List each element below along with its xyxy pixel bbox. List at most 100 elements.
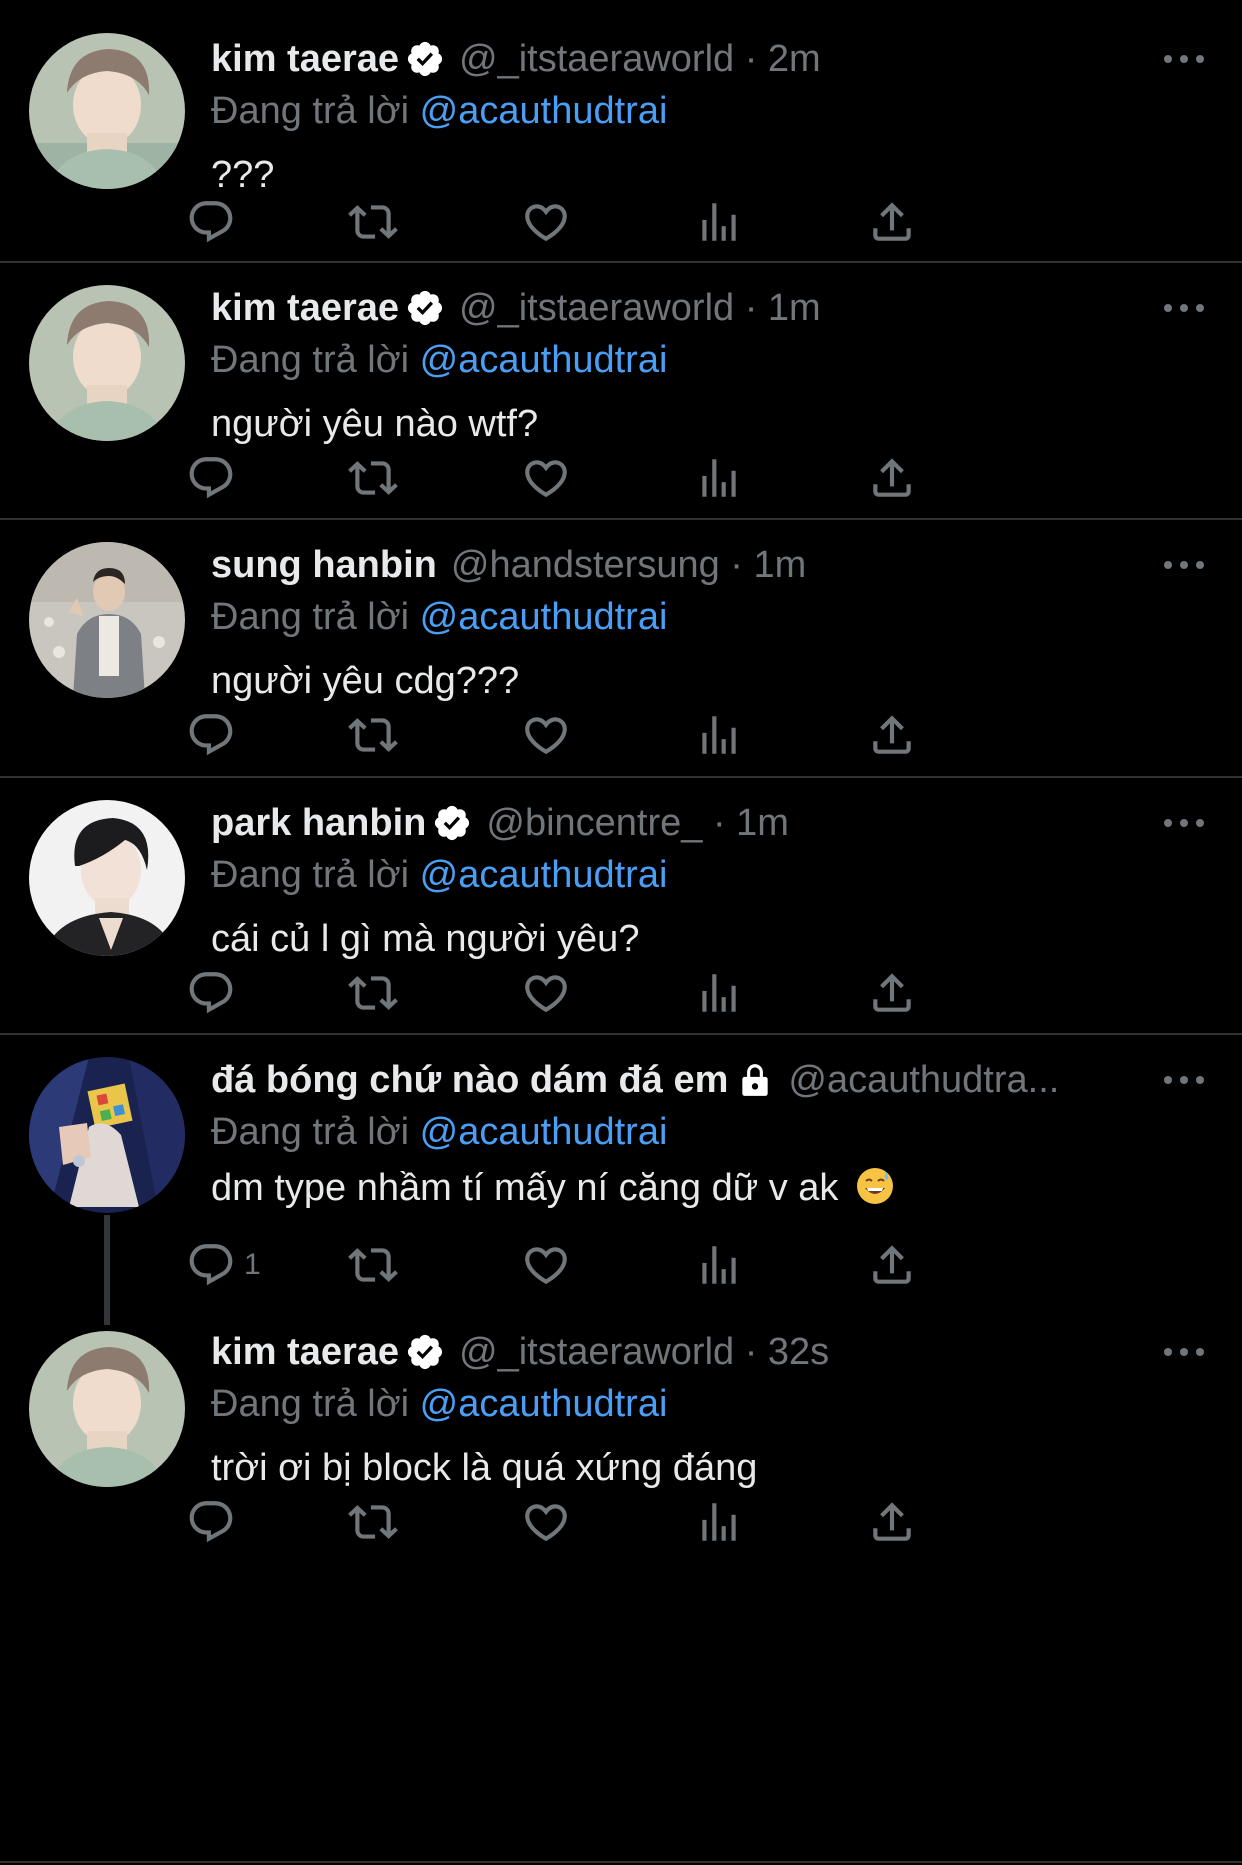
reply-button[interactable]: 1 (186, 1235, 261, 1295)
views-chart-icon (694, 197, 744, 247)
views-chart-icon (694, 710, 744, 760)
lock-icon (736, 1060, 774, 1100)
more-options-icon[interactable] (1164, 540, 1204, 590)
replying-to-handle[interactable]: @acauthudtrai (420, 90, 668, 132)
verified-badge-icon (405, 288, 445, 328)
reply-button[interactable] (186, 192, 244, 252)
tweet-actions (211, 1492, 1212, 1552)
retweet-button[interactable] (348, 1235, 398, 1295)
views-button[interactable] (694, 1235, 744, 1295)
avatar[interactable] (29, 1057, 185, 1213)
tweet[interactable]: kim taerae @_itstaeraworld · 32s Đang tr… (0, 1325, 1242, 1863)
author-name[interactable]: park hanbin (211, 798, 426, 848)
replying-to-handle[interactable]: @acauthudtrai (420, 1111, 668, 1153)
replying-to-label: Đang trả lời (211, 1111, 410, 1153)
views-chart-icon (694, 1497, 744, 1547)
tweet-actions (211, 448, 1212, 508)
replying-to-handle[interactable]: @acauthudtrai (420, 596, 668, 638)
like-button[interactable] (521, 705, 571, 765)
verified-badge-icon (432, 803, 472, 843)
avatar[interactable] (29, 1331, 185, 1487)
author-name[interactable]: kim taerae (211, 34, 399, 84)
like-button[interactable] (521, 448, 571, 508)
author-handle-time[interactable]: @bincentre_ · 1m (486, 798, 789, 848)
avatar[interactable] (29, 542, 185, 698)
like-button[interactable] (521, 192, 571, 252)
author-handle[interactable]: @acauthudtra... (788, 1055, 1059, 1105)
share-button[interactable] (867, 963, 917, 1023)
retweet-button[interactable] (348, 1492, 398, 1552)
replying-to: Đang trả lời @acauthudtrai (211, 1107, 667, 1157)
tweet-header: kim taerae @_itstaeraworld · 32s (211, 1327, 1212, 1377)
avatar[interactable] (29, 800, 185, 956)
more-options-icon[interactable] (1164, 283, 1204, 333)
tweet-header: kim taerae @_itstaeraworld · 1m (211, 283, 1212, 333)
share-button[interactable] (867, 1492, 917, 1552)
share-icon (867, 1497, 917, 1547)
views-button[interactable] (694, 705, 744, 765)
views-chart-icon (694, 453, 744, 503)
reply-icon (186, 1240, 236, 1290)
verified-badge-icon (405, 1332, 445, 1372)
retweet-button[interactable] (348, 705, 398, 765)
replying-to: Đang trả lời @acauthudtrai (211, 850, 667, 900)
share-button[interactable] (867, 192, 917, 252)
author-name[interactable]: đá bóng chứ nào dám đá em (211, 1055, 728, 1105)
like-button[interactable] (521, 963, 571, 1023)
replying-to-handle[interactable]: @acauthudtrai (420, 339, 668, 381)
retweet-button[interactable] (348, 192, 398, 252)
replying-to-handle[interactable]: @acauthudtrai (420, 1383, 668, 1425)
heart-icon (521, 710, 571, 760)
author-handle-time[interactable]: @_itstaeraworld · 1m (459, 283, 821, 333)
author-handle-time[interactable]: @_itstaeraworld · 32s (459, 1327, 829, 1377)
replying-to: Đang trả lời @acauthudtrai (211, 592, 667, 642)
like-button[interactable] (521, 1235, 571, 1295)
tweet[interactable]: kim taerae @_itstaeraworld · 1m Đang trả… (0, 263, 1242, 520)
replying-to-label: Đang trả lời (211, 1383, 410, 1425)
more-options-icon[interactable] (1164, 798, 1204, 848)
views-button[interactable] (694, 963, 744, 1023)
views-button[interactable] (694, 448, 744, 508)
share-button[interactable] (867, 448, 917, 508)
tweet[interactable]: đá bóng chứ nào dám đá em @acauthudtra..… (0, 1035, 1242, 1325)
views-button[interactable] (694, 192, 744, 252)
more-options-icon[interactable] (1164, 1055, 1204, 1105)
tweet[interactable]: kim taerae @_itstaeraworld · 2m Đang trả… (0, 0, 1242, 263)
more-options-icon[interactable] (1164, 34, 1204, 84)
retweet-button[interactable] (348, 963, 398, 1023)
like-button[interactable] (521, 1492, 571, 1552)
retweet-icon (348, 968, 398, 1018)
retweet-button[interactable] (348, 448, 398, 508)
avatar[interactable] (29, 285, 185, 441)
replying-to-label: Đang trả lời (211, 596, 410, 638)
replying-to-label: Đang trả lời (211, 339, 410, 381)
reply-button[interactable] (186, 705, 244, 765)
views-button[interactable] (694, 1492, 744, 1552)
tweet-text: người yêu cdg??? (211, 660, 520, 702)
reply-icon (186, 968, 236, 1018)
reply-button[interactable] (186, 963, 244, 1023)
replying-to-label: Đang trả lời (211, 90, 410, 132)
replying-to-label: Đang trả lời (211, 854, 410, 896)
tweet[interactable]: sung hanbin @handstersung · 1m Đang trả … (0, 520, 1242, 778)
tweet-text-body: dm type nhầm tí mấy ní căng dữ v ak (211, 1167, 839, 1209)
reply-button[interactable] (186, 1492, 244, 1552)
more-options-icon[interactable] (1164, 1327, 1204, 1377)
tweet-text: dm type nhầm tí mấy ní căng dữ v ak (211, 1163, 895, 1213)
reply-button[interactable] (186, 448, 244, 508)
author-name[interactable]: sung hanbin (211, 540, 437, 590)
tweet-text: cái củ l gì mà người yêu? (211, 918, 640, 960)
share-button[interactable] (867, 705, 917, 765)
replying-to: Đang trả lời @acauthudtrai (211, 335, 667, 385)
thread-connector-line (104, 1215, 110, 1325)
avatar[interactable] (29, 33, 185, 189)
author-name[interactable]: kim taerae (211, 283, 399, 333)
author-name[interactable]: kim taerae (211, 1327, 399, 1377)
author-handle-time[interactable]: @_itstaeraworld · 2m (459, 34, 821, 84)
tweet-header: đá bóng chứ nào dám đá em @acauthudtra..… (211, 1055, 1212, 1105)
replying-to-handle[interactable]: @acauthudtrai (420, 854, 668, 896)
tweet[interactable]: park hanbin @bincentre_ · 1m Đang trả lờ… (0, 778, 1242, 1035)
share-icon (867, 197, 917, 247)
share-button[interactable] (867, 1235, 917, 1295)
author-handle-time[interactable]: @handstersung · 1m (451, 540, 806, 590)
